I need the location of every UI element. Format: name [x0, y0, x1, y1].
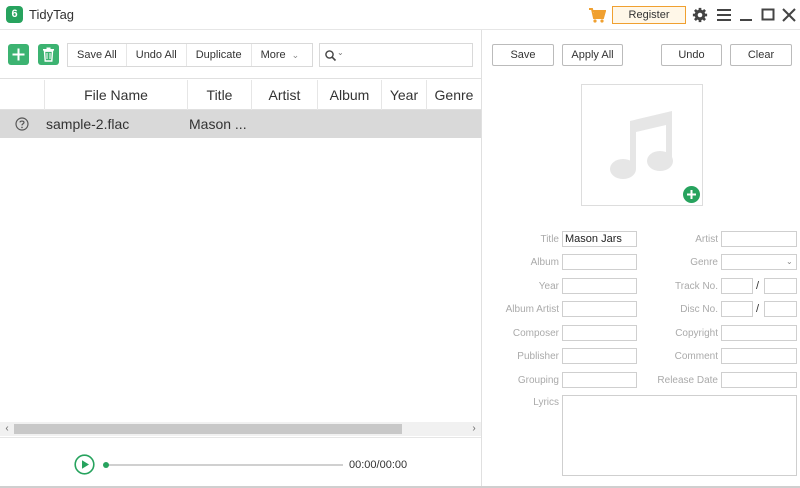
delete-file-button[interactable] [38, 44, 59, 65]
music-note-icon [610, 111, 673, 179]
audio-player: 00:00/00:00 [0, 437, 481, 488]
genre-chevron-down-icon[interactable]: ⌄ [786, 257, 793, 266]
publisher-field[interactable] [562, 348, 637, 364]
playback-progress-track[interactable] [105, 464, 343, 466]
lyrics-field[interactable] [562, 395, 797, 476]
track-total-field[interactable] [764, 278, 797, 294]
search-filter-chevron-icon[interactable]: ⌄ [337, 48, 344, 57]
cell-title: Mason ... [189, 116, 247, 132]
title-label: Title [540, 234, 559, 245]
panel-divider [481, 30, 482, 488]
artist-label: Artist [695, 234, 718, 245]
undo-button[interactable]: Undo [661, 44, 722, 66]
search-icon[interactable] [324, 49, 338, 63]
save-all-button[interactable]: Save All [68, 44, 127, 66]
year-field[interactable] [562, 278, 637, 294]
register-button[interactable]: Register [612, 6, 686, 24]
question-circle-icon [15, 117, 29, 131]
release-date-field[interactable] [721, 372, 797, 388]
album-label: Album [530, 257, 559, 268]
apply-all-button[interactable]: Apply All [562, 44, 623, 66]
table-header: File Name Title Artist Album Year Genre [0, 80, 481, 110]
disc-number-field[interactable] [721, 301, 753, 317]
table-row[interactable]: sample-2.flac Mason ... [0, 110, 481, 138]
scroll-right-icon[interactable]: › [467, 422, 481, 436]
title-field[interactable] [562, 231, 637, 247]
playback-time: 00:00/00:00 [349, 459, 408, 471]
lyrics-label: Lyrics [533, 397, 559, 408]
minimize-icon[interactable] [738, 6, 754, 24]
app-title: TidyTag [29, 7, 75, 22]
album-field[interactable] [562, 254, 637, 270]
trash-icon [43, 47, 54, 62]
column-header-file-name[interactable]: File Name [44, 80, 187, 110]
gear-icon[interactable] [692, 6, 708, 24]
scroll-left-icon[interactable]: ‹ [0, 422, 14, 436]
track-number-label: Track No. [675, 281, 718, 292]
toolbar-button-group: Save All Undo All Duplicate More ⌄ [67, 43, 313, 67]
copyright-label: Copyright [675, 328, 718, 339]
release-date-label: Release Date [657, 375, 718, 386]
disc-number-label: Disc No. [680, 304, 718, 315]
column-header-artist[interactable]: Artist [251, 80, 317, 110]
title-bar: 6 TidyTag Register [0, 0, 800, 30]
duplicate-button[interactable]: Duplicate [187, 44, 252, 66]
comment-field[interactable] [721, 348, 797, 364]
add-file-button[interactable] [8, 44, 29, 65]
cell-file-name: sample-2.flac [46, 116, 130, 132]
app-logo-icon: 6 [6, 6, 23, 23]
menu-icon[interactable] [716, 6, 732, 24]
artist-field[interactable] [721, 231, 797, 247]
column-header-genre[interactable]: Genre [426, 80, 481, 110]
album-artwork[interactable] [581, 84, 703, 206]
column-header-year[interactable]: Year [381, 80, 426, 110]
disc-separator: / [756, 303, 760, 315]
cart-icon[interactable] [588, 6, 606, 24]
horizontal-scrollbar[interactable]: ‹ › [0, 422, 481, 436]
save-button[interactable]: Save [492, 44, 554, 66]
disc-total-field[interactable] [764, 301, 797, 317]
comment-label: Comment [674, 351, 718, 362]
search-input[interactable] [348, 47, 468, 63]
album-artist-label: Album Artist [505, 304, 559, 315]
column-header-title[interactable]: Title [187, 80, 251, 110]
play-icon[interactable] [74, 454, 95, 475]
composer-field[interactable] [562, 325, 637, 341]
publisher-label: Publisher [517, 351, 559, 362]
genre-label: Genre [690, 257, 718, 268]
search-box[interactable]: ⌄ [319, 43, 473, 67]
track-separator: / [756, 280, 760, 292]
copyright-field[interactable] [721, 325, 797, 341]
album-artist-field[interactable] [562, 301, 637, 317]
add-artwork-icon[interactable] [683, 186, 700, 203]
track-number-field[interactable] [721, 278, 753, 294]
toolbar: Save All Undo All Duplicate More ⌄ ⌄ [0, 30, 481, 79]
scrollbar-thumb[interactable] [14, 424, 402, 434]
more-label: More [260, 49, 286, 61]
more-dropdown[interactable]: More ⌄ [252, 44, 309, 66]
composer-label: Composer [512, 328, 559, 339]
plus-icon [12, 48, 25, 61]
year-label: Year [538, 281, 559, 292]
close-icon[interactable] [781, 6, 797, 24]
clear-button[interactable]: Clear [730, 44, 792, 66]
column-header-album[interactable]: Album [317, 80, 381, 110]
grouping-field[interactable] [562, 372, 637, 388]
playback-progress-handle[interactable] [103, 462, 109, 468]
undo-all-button[interactable]: Undo All [127, 44, 187, 66]
grouping-label: Grouping [517, 375, 559, 386]
maximize-icon[interactable] [760, 6, 776, 24]
chevron-down-icon: ⌄ [291, 50, 300, 60]
